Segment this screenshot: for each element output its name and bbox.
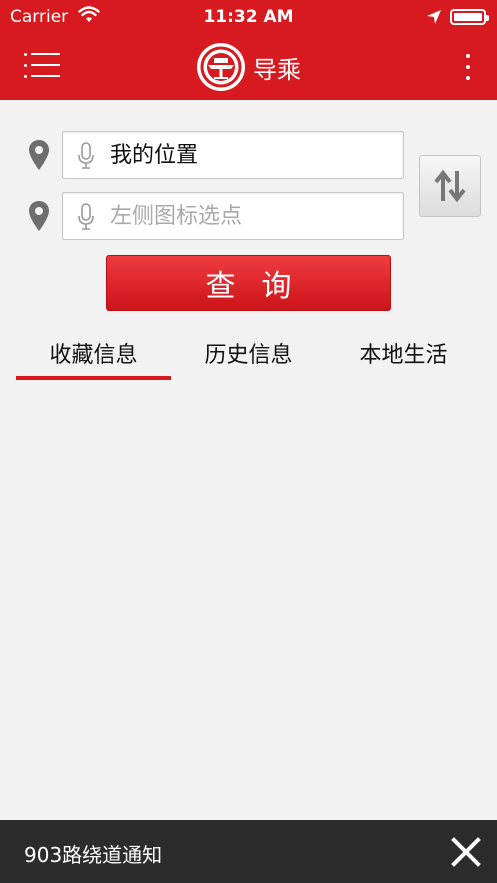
origin-value: 我的位置	[110, 143, 199, 168]
battery-icon	[450, 9, 489, 25]
destination-placeholder: 左侧图标选点	[110, 204, 243, 229]
location-pin-icon[interactable]	[28, 200, 50, 232]
origin-input[interactable]: 我的位置	[62, 131, 404, 179]
swap-button[interactable]	[419, 155, 481, 217]
location-pin-icon[interactable]	[28, 139, 50, 171]
nav-bar: 导乘	[0, 34, 497, 100]
microphone-icon[interactable]	[77, 142, 95, 170]
swap-icon	[434, 169, 466, 203]
destination-input[interactable]: 左侧图标选点	[62, 192, 404, 240]
clock: 11:32 AM	[203, 7, 294, 27]
tab-favorites[interactable]: 收藏信息	[16, 336, 171, 382]
notice-bar: 903路绕道通知	[0, 820, 497, 883]
more-vertical-icon[interactable]	[458, 52, 478, 82]
list-menu-icon[interactable]	[24, 52, 60, 80]
bus-logo-icon	[197, 43, 245, 91]
notice-text[interactable]: 903路绕道通知	[24, 839, 162, 868]
tab-content	[0, 386, 497, 820]
tab-history[interactable]: 历史信息	[171, 336, 326, 382]
brand: 导乘	[197, 42, 301, 92]
search-button[interactable]: 查询	[106, 255, 391, 311]
page-title: 导乘	[253, 55, 301, 84]
microphone-icon[interactable]	[77, 203, 95, 231]
location-arrow-icon	[427, 10, 441, 24]
close-icon[interactable]	[450, 836, 482, 868]
status-bar: Carrier 11:32 AM	[0, 0, 497, 34]
tab-bar: 收藏信息 历史信息 本地生活	[0, 336, 497, 382]
tab-local-life[interactable]: 本地生活	[326, 336, 481, 382]
